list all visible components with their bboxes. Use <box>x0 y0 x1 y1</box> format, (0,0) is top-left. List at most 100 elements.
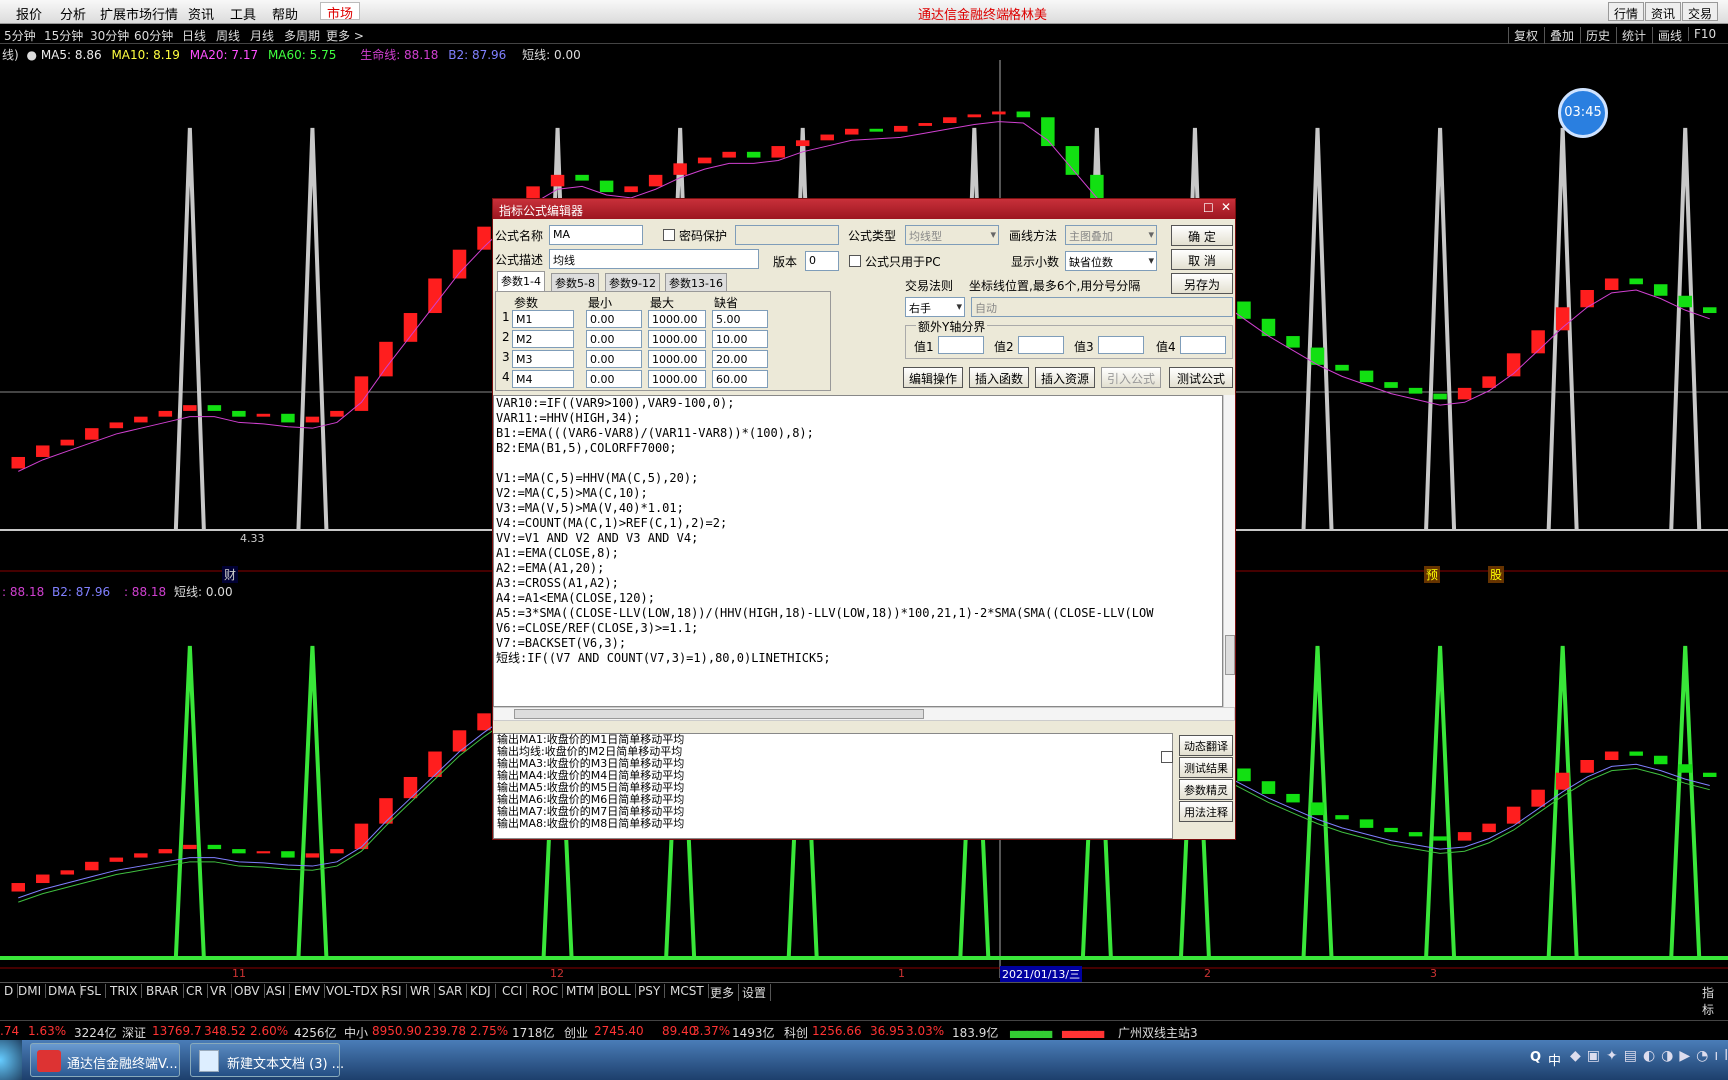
pc-only-checkbox[interactable] <box>849 255 861 267</box>
menu-tools[interactable]: 工具 <box>230 4 256 23</box>
hand-select[interactable]: 右手 ▾ <box>905 297 965 317</box>
param-max-input[interactable]: 1000.00 <box>648 350 706 368</box>
menu-quote[interactable]: 报价 <box>16 4 42 23</box>
ime-language[interactable]: 中 <box>1548 1050 1561 1069</box>
ind-vr[interactable]: VR <box>206 984 232 998</box>
ind-psy[interactable]: PSY <box>634 984 666 998</box>
menu-extended-market[interactable]: 扩展市场行情 <box>100 4 178 23</box>
period-day[interactable]: 日线 <box>182 27 206 44</box>
param-min-input[interactable]: 0.00 <box>586 310 642 328</box>
recording-timer[interactable]: 03:45 <box>1558 88 1608 138</box>
code-hscroll-thumb[interactable] <box>514 709 924 719</box>
ind-mtm[interactable]: MTM <box>562 984 600 998</box>
ind-settings[interactable]: 设置 <box>738 984 772 1001</box>
period-60min[interactable]: 60分钟 <box>134 27 173 44</box>
overlay-button[interactable]: 叠加 <box>1544 27 1574 44</box>
period-week[interactable]: 周线 <box>216 27 240 44</box>
param-wizard-button[interactable]: 参数精灵 <box>1179 779 1233 800</box>
f10-button[interactable]: F10 <box>1688 27 1716 41</box>
taskbar-notepad[interactable]: 新建文本文档 (3) ... <box>190 1043 344 1077</box>
ok-button[interactable]: 确 定 <box>1171 225 1233 246</box>
insert-function-button[interactable]: 插入函数 <box>969 367 1029 388</box>
tab-params-1-4[interactable]: 参数1-4 <box>497 271 545 291</box>
dynamic-translate-button[interactable]: 动态翻译 <box>1179 735 1233 756</box>
stats-button[interactable]: 统计 <box>1616 27 1646 44</box>
period-15min[interactable]: 15分钟 <box>44 27 83 44</box>
news-button[interactable]: 资讯 <box>1645 2 1682 21</box>
password-checkbox[interactable] <box>663 229 675 241</box>
finance-mark[interactable]: 财 <box>222 566 239 583</box>
insert-resource-button[interactable]: 插入资源 <box>1035 367 1095 388</box>
val2-input[interactable] <box>1018 336 1064 354</box>
period-multi[interactable]: 多周期 <box>284 27 320 44</box>
ind-roc[interactable]: ROC <box>528 984 564 998</box>
formula-name-input[interactable]: MA <box>549 225 643 245</box>
param-max-input[interactable]: 1000.00 <box>648 310 706 328</box>
ind-rsi[interactable]: RSI <box>378 984 407 998</box>
maximize-icon[interactable]: ☐ <box>1203 201 1214 215</box>
save-as-button[interactable]: 另存为 <box>1171 273 1233 294</box>
forecast-mark[interactable]: 预 <box>1424 566 1441 583</box>
param-default-input[interactable]: 10.00 <box>712 330 768 348</box>
tab-params-5-8[interactable]: 参数5-8 <box>551 273 599 291</box>
dialog-titlebar[interactable]: 指标公式编辑器 ☐ ✕ <box>493 199 1235 219</box>
period-month[interactable]: 月线 <box>250 27 274 44</box>
coord-input[interactable]: 自动 <box>971 297 1233 317</box>
taskbar-tdx[interactable]: 通达信金融终端V... <box>30 1043 180 1077</box>
val1-input[interactable] <box>938 336 984 354</box>
ind-right-label[interactable]: 指标 <box>1698 984 1728 1018</box>
ind-cci[interactable]: CCI <box>498 984 528 998</box>
param-max-input[interactable]: 1000.00 <box>648 330 706 348</box>
cy-label[interactable]: 创业 <box>564 1024 588 1041</box>
decimals-select[interactable]: 缺省位数 ▾ <box>1065 251 1157 271</box>
ind-cr[interactable]: CR <box>182 984 208 998</box>
password-input[interactable] <box>735 225 839 245</box>
formula-code-editor[interactable]: VAR10:=IF((VAR9>100),VAR9-100,0); VAR11:=… <box>493 395 1223 707</box>
ind-emv[interactable]: EMV <box>290 984 326 998</box>
trade-button[interactable]: 交易 <box>1682 2 1719 21</box>
ime-q-icon[interactable]: Q <box>1530 1050 1541 1065</box>
period-5min[interactable]: 5分钟 <box>4 27 36 44</box>
start-orb-icon[interactable] <box>0 1040 22 1080</box>
sz-label[interactable]: 深证 <box>122 1024 146 1041</box>
import-formula-button[interactable]: 引入公式 <box>1101 367 1161 388</box>
period-30min[interactable]: 30分钟 <box>90 27 129 44</box>
code-horizontal-scrollbar[interactable] <box>493 707 1235 721</box>
menu-news[interactable]: 资讯 <box>188 4 214 23</box>
param-name-input[interactable]: M4 <box>512 370 574 388</box>
quote-button[interactable]: 行情 <box>1608 2 1645 21</box>
ind-wr[interactable]: WR <box>406 984 436 998</box>
menu-analysis[interactable]: 分析 <box>60 4 86 23</box>
ind-obv[interactable]: OBV <box>230 984 265 998</box>
ind-dmi[interactable]: DMI <box>14 984 47 998</box>
param-min-input[interactable]: 0.00 <box>586 350 642 368</box>
param-name-input[interactable]: M3 <box>512 350 574 368</box>
code-vscroll-thumb[interactable] <box>1225 635 1235 675</box>
ind-mcst[interactable]: MCST <box>666 984 709 998</box>
val4-input[interactable] <box>1180 336 1226 354</box>
close-icon[interactable]: ✕ <box>1221 200 1231 214</box>
val3-input[interactable] <box>1098 336 1144 354</box>
kc-label[interactable]: 科创 <box>784 1024 808 1041</box>
menu-market-tab[interactable]: 市场 <box>320 2 361 22</box>
test-formula-button[interactable]: 测试公式 <box>1169 367 1233 388</box>
edit-operation-button[interactable]: 编辑操作 <box>903 367 963 388</box>
formula-desc-input[interactable]: 均线 <box>549 249 759 269</box>
param-min-input[interactable]: 0.00 <box>586 330 642 348</box>
ind-boll[interactable]: BOLL <box>596 984 636 998</box>
stock-mark[interactable]: 股 <box>1488 566 1505 583</box>
draw-method-select[interactable]: 主图叠加 ▾ <box>1065 225 1157 245</box>
tray-icons[interactable]: ◆▣✦▤◐◑▶◔ıl <box>1570 1048 1728 1064</box>
param-name-input[interactable]: M1 <box>512 310 574 328</box>
ind-trix[interactable]: TRIX <box>106 984 143 998</box>
ind-asi[interactable]: ASI <box>262 984 291 998</box>
param-default-input[interactable]: 60.00 <box>712 370 768 388</box>
ind-brar[interactable]: BRAR <box>142 984 184 998</box>
message-checkbox[interactable] <box>1161 751 1173 763</box>
server-station[interactable]: 广州双线主站3 <box>1118 1024 1198 1041</box>
param-default-input[interactable]: 20.00 <box>712 350 768 368</box>
param-default-input[interactable]: 5.00 <box>712 310 768 328</box>
tab-params-9-12[interactable]: 参数9-12 <box>605 273 660 291</box>
history-button[interactable]: 历史 <box>1580 27 1610 44</box>
code-vertical-scrollbar[interactable] <box>1223 395 1235 707</box>
